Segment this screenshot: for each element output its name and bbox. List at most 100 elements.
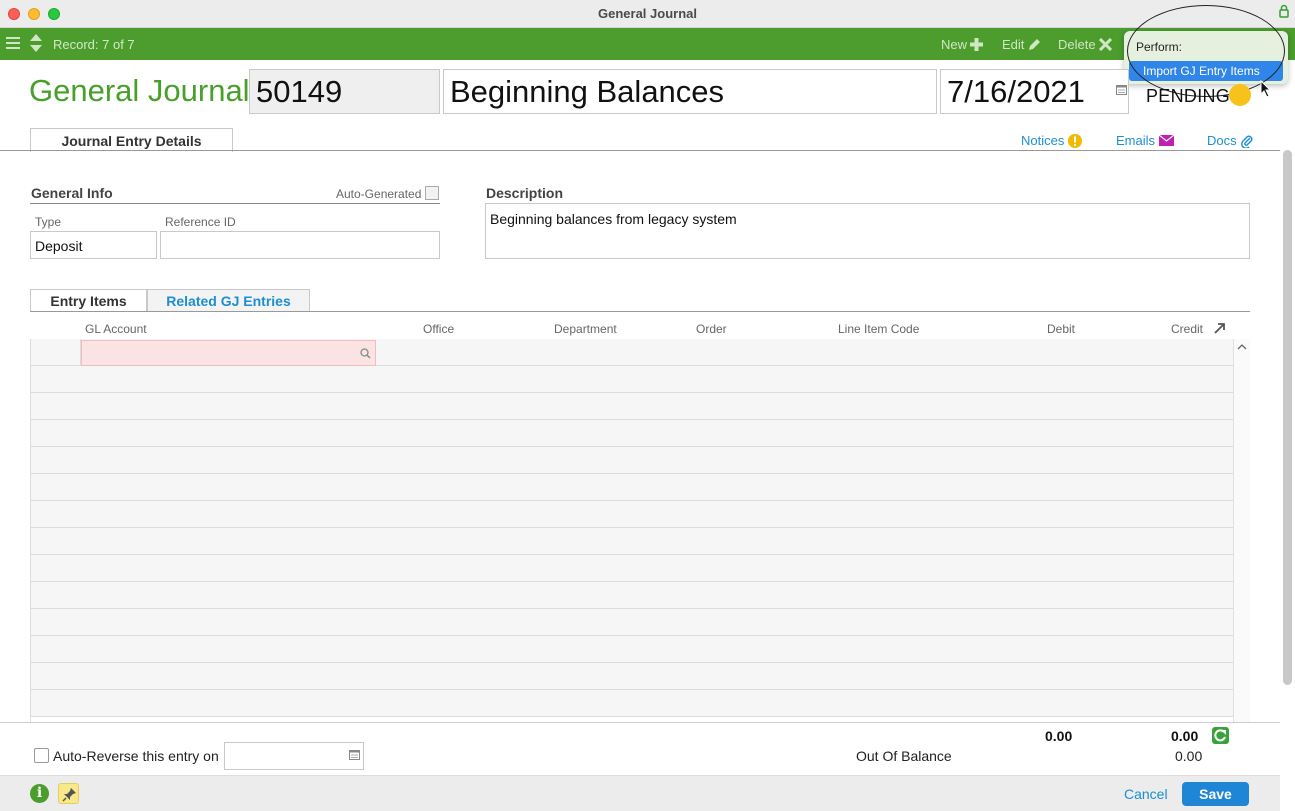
general-info-divider <box>30 203 440 204</box>
table-row[interactable] <box>31 636 1233 663</box>
auto-reverse-label: Auto-Reverse this entry on <box>53 748 219 764</box>
cancel-button[interactable]: Cancel <box>1124 786 1168 802</box>
column-header-department: Department <box>554 322 617 336</box>
table-row[interactable] <box>31 474 1233 501</box>
window-title: General Journal <box>598 6 697 21</box>
reference-id-field[interactable] <box>160 231 440 259</box>
pin-icon[interactable] <box>58 783 79 804</box>
edit-record-button[interactable]: Edit <box>1002 37 1041 52</box>
notices-label: Notices <box>1021 133 1065 148</box>
credit-total: 0.00 <box>1171 728 1199 744</box>
table-row[interactable] <box>31 528 1233 555</box>
auto-reverse-date-field[interactable] <box>224 742 364 770</box>
table-row[interactable] <box>31 582 1233 609</box>
tab-related-gj-entries[interactable]: Related GJ Entries <box>147 289 310 312</box>
table-row[interactable] <box>31 366 1233 393</box>
x-icon <box>1098 38 1112 51</box>
notices-link[interactable]: Notices <box>1021 133 1083 148</box>
table-row[interactable] <box>31 663 1233 690</box>
record-position-label: Record: 7 of 7 <box>53 37 135 52</box>
table-row[interactable] <box>31 393 1233 420</box>
delete-record-button[interactable]: Delete <box>1058 37 1112 52</box>
calendar-icon[interactable] <box>1116 85 1127 95</box>
calendar-icon[interactable] <box>349 750 360 760</box>
edit-label: Edit <box>1002 37 1025 52</box>
gl-account-input[interactable] <box>81 340 376 366</box>
column-header-office: Office <box>423 322 455 336</box>
column-header-credit: Credit <box>1171 322 1204 336</box>
table-row[interactable] <box>31 420 1233 447</box>
perform-menu-label: Perform: <box>1136 40 1183 54</box>
subtab-divider <box>30 311 1250 312</box>
page-title: General Journal: <box>29 73 259 108</box>
record-toolbar: Record: 7 of 7 New Edit Delete <box>0 28 1295 60</box>
save-button[interactable]: Save <box>1182 782 1249 806</box>
table-row[interactable] <box>31 501 1233 528</box>
table-row[interactable] <box>31 690 1233 717</box>
row-header <box>31 663 81 690</box>
table-row[interactable] <box>31 447 1233 474</box>
out-of-balance-label: Out Of Balance <box>856 748 952 764</box>
reference-id-label: Reference ID <box>165 215 236 229</box>
delete-label: Delete <box>1058 37 1096 52</box>
record-navigation-icon[interactable] <box>29 33 43 53</box>
plus-icon <box>970 38 984 51</box>
expand-grid-icon[interactable] <box>1213 322 1226 335</box>
row-header <box>31 609 81 636</box>
window-titlebar: General Journal <box>0 0 1295 28</box>
description-field[interactable]: Beginning balances from legacy system <box>485 203 1250 259</box>
journal-number-field[interactable]: 50149 <box>249 69 440 114</box>
entry-items-grid <box>30 339 1233 722</box>
emails-link[interactable]: Emails <box>1116 133 1175 148</box>
journal-date-value: 7/16/2021 <box>947 74 1085 109</box>
description-heading: Description <box>486 185 564 201</box>
search-icon[interactable] <box>360 348 371 359</box>
journal-date-field[interactable]: 7/16/2021 <box>940 69 1129 114</box>
tab-divider <box>0 150 1280 151</box>
auto-generated-checkbox[interactable] <box>425 186 439 200</box>
row-header <box>31 474 81 501</box>
chevron-up-icon[interactable] <box>1237 343 1247 351</box>
row-header <box>31 420 81 447</box>
row-header <box>31 447 81 474</box>
type-label: Type <box>35 215 62 229</box>
row-header <box>31 690 81 717</box>
grid-scrollbar[interactable] <box>1233 339 1250 722</box>
journal-name-field[interactable]: Beginning Balances <box>443 69 937 114</box>
lock-icon <box>1279 4 1289 18</box>
pencil-icon <box>1029 38 1041 50</box>
type-field[interactable]: Deposit <box>30 231 157 259</box>
tab-journal-entry-details[interactable]: Journal Entry Details <box>30 128 233 152</box>
footer-divider <box>0 722 1280 723</box>
docs-link[interactable]: Docs <box>1207 133 1253 148</box>
row-header <box>31 582 81 609</box>
import-gj-entry-items-menu-item[interactable]: Import GJ Entry Items <box>1129 61 1283 81</box>
info-icon[interactable]: i <box>30 784 49 803</box>
refresh-icon[interactable] <box>1212 727 1229 744</box>
window-scrollbar[interactable] <box>1283 150 1292 685</box>
row-header <box>31 393 81 420</box>
column-header-gl-account: GL Account <box>85 322 147 336</box>
new-record-button[interactable]: New <box>941 37 984 52</box>
row-header <box>31 501 81 528</box>
hamburger-menu-icon[interactable] <box>6 36 20 50</box>
auto-reverse-checkbox[interactable] <box>34 748 49 763</box>
mouse-pointer-icon <box>1260 80 1272 98</box>
general-info-heading: General Info <box>31 185 113 201</box>
docs-label: Docs <box>1207 133 1237 148</box>
status-badge: PENDING <box>1146 86 1231 106</box>
table-row[interactable] <box>31 609 1233 636</box>
table-row[interactable] <box>31 555 1233 582</box>
column-header-line-item-code: Line Item Code <box>838 322 920 336</box>
row-header <box>31 528 81 555</box>
column-header-order: Order <box>696 322 727 336</box>
column-header-debit: Debit <box>1047 322 1076 336</box>
auto-generated-label: Auto-Generated <box>336 187 422 201</box>
status-indicator-icon <box>1229 84 1251 106</box>
debit-total: 0.00 <box>1045 728 1073 744</box>
row-header <box>31 366 81 393</box>
table-row[interactable] <box>31 339 1233 366</box>
warning-icon <box>1068 133 1083 148</box>
envelope-icon <box>1159 135 1175 146</box>
tab-entry-items[interactable]: Entry Items <box>30 289 147 312</box>
